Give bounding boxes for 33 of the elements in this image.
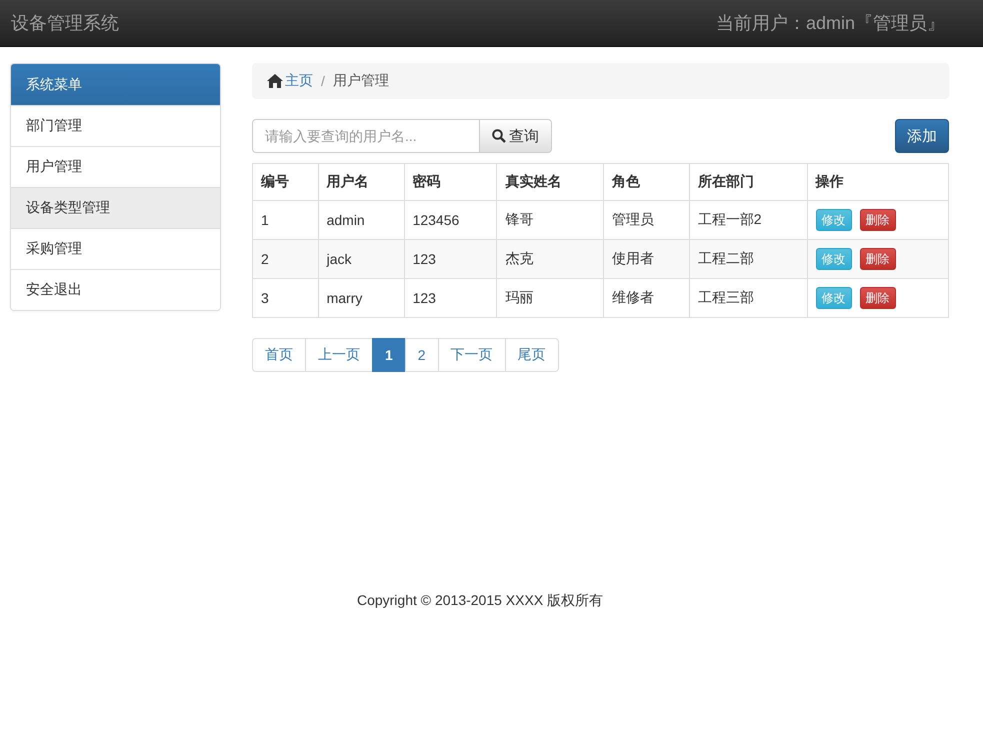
search-button[interactable]: 查询 bbox=[480, 119, 552, 153]
sidebar-item[interactable]: 用户管理 bbox=[11, 146, 220, 187]
delete-button[interactable]: 删除 bbox=[860, 287, 896, 309]
add-button[interactable]: 添加 bbox=[895, 119, 949, 153]
table-cell: 玛丽 bbox=[496, 278, 604, 318]
delete-button[interactable]: 删除 bbox=[860, 209, 896, 231]
current-user: 当前用户：admin『管理员』 bbox=[716, 12, 945, 35]
copyright-text: Copyright © 2013-2015 XXXX 版权所有 bbox=[356, 592, 604, 610]
breadcrumb-current: 用户管理 bbox=[332, 72, 389, 90]
sidebar-item[interactable]: 设备类型管理 bbox=[11, 187, 220, 228]
page-link[interactable]: 尾页 bbox=[504, 338, 559, 372]
table-cell: marry bbox=[318, 278, 404, 318]
page-link[interactable]: 上一页 bbox=[305, 338, 373, 372]
table-cell: 3 bbox=[252, 278, 318, 318]
home-icon bbox=[267, 74, 283, 88]
search-icon bbox=[492, 129, 506, 143]
page-link[interactable]: 2 bbox=[404, 338, 439, 372]
home-link[interactable]: 主页 bbox=[267, 72, 313, 90]
brand-title: 设备管理系统 bbox=[11, 12, 119, 35]
column-header: 编号 bbox=[252, 164, 318, 200]
page-link[interactable]: 下一页 bbox=[438, 338, 506, 372]
breadcrumb-separator: / bbox=[321, 73, 325, 89]
sidebar-item[interactable]: 部门管理 bbox=[11, 105, 220, 146]
table-cell: 维修者 bbox=[603, 278, 690, 318]
sidebar-title: 系统菜单 bbox=[11, 64, 220, 105]
table-cell: 工程三部 bbox=[689, 278, 808, 318]
sidebar-item[interactable]: 采购管理 bbox=[11, 228, 220, 269]
search-field[interactable]: 请输入要查询的用户名... bbox=[252, 119, 480, 153]
delete-button[interactable]: 删除 bbox=[860, 248, 896, 270]
sidebar-item[interactable]: 安全退出 bbox=[11, 269, 220, 310]
page-link[interactable]: 首页 bbox=[252, 338, 306, 372]
page-link[interactable]: 1 bbox=[372, 338, 406, 372]
table-cell: 123 bbox=[404, 278, 497, 318]
